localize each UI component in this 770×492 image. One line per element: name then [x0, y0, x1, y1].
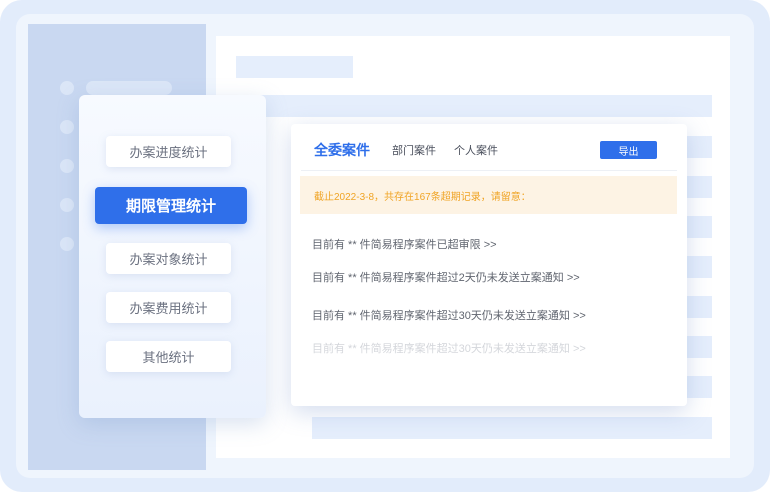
sidebar-placeholder-bar [86, 81, 172, 95]
deadline-panel: 全委案件 部门案件 个人案件 导出 截止2022-3-8，共存在167条超期记录… [291, 124, 687, 406]
export-button[interactable]: 导出 [600, 141, 657, 159]
sidebar-placeholder-dot [60, 120, 74, 134]
menu-item-progress[interactable]: 办案进度统计 [106, 136, 231, 167]
tab-divider [301, 170, 677, 171]
tab-personal[interactable]: 个人案件 [454, 142, 498, 158]
list-item[interactable]: 目前有 ** 件简易程序案件超过2天仍未发送立案通知 >> [312, 269, 580, 285]
sidebar-placeholder-dot [60, 81, 74, 95]
placeholder-row [236, 95, 712, 117]
list-item[interactable]: 目前有 ** 件简易程序案件超过30天仍未发送立案通知 >> [312, 340, 586, 356]
menu-item-other[interactable]: 其他统计 [106, 341, 231, 372]
tab-all-committee[interactable]: 全委案件 [314, 140, 370, 160]
placeholder-row [312, 417, 712, 439]
sidebar-placeholder-dot [60, 159, 74, 173]
list-item[interactable]: 目前有 ** 件简易程序案件超过30天仍未发送立案通知 >> [312, 307, 586, 323]
statistics-menu: 办案进度统计 期限管理统计 办案对象统计 办案费用统计 其他统计 [79, 95, 266, 418]
menu-item-subject[interactable]: 办案对象统计 [106, 243, 231, 274]
sidebar-placeholder-dot [60, 198, 74, 212]
sidebar-placeholder-dot [60, 237, 74, 251]
overdue-notice: 截止2022-3-8，共存在167条超期记录，请留意： [300, 176, 677, 214]
placeholder-title [236, 56, 353, 78]
menu-item-expense[interactable]: 办案费用统计 [106, 292, 231, 323]
tab-department[interactable]: 部门案件 [392, 142, 436, 158]
list-fade [291, 324, 687, 406]
list-item[interactable]: 目前有 ** 件简易程序案件已超审限 >> [312, 236, 497, 252]
menu-item-deadline[interactable]: 期限管理统计 [95, 187, 247, 224]
